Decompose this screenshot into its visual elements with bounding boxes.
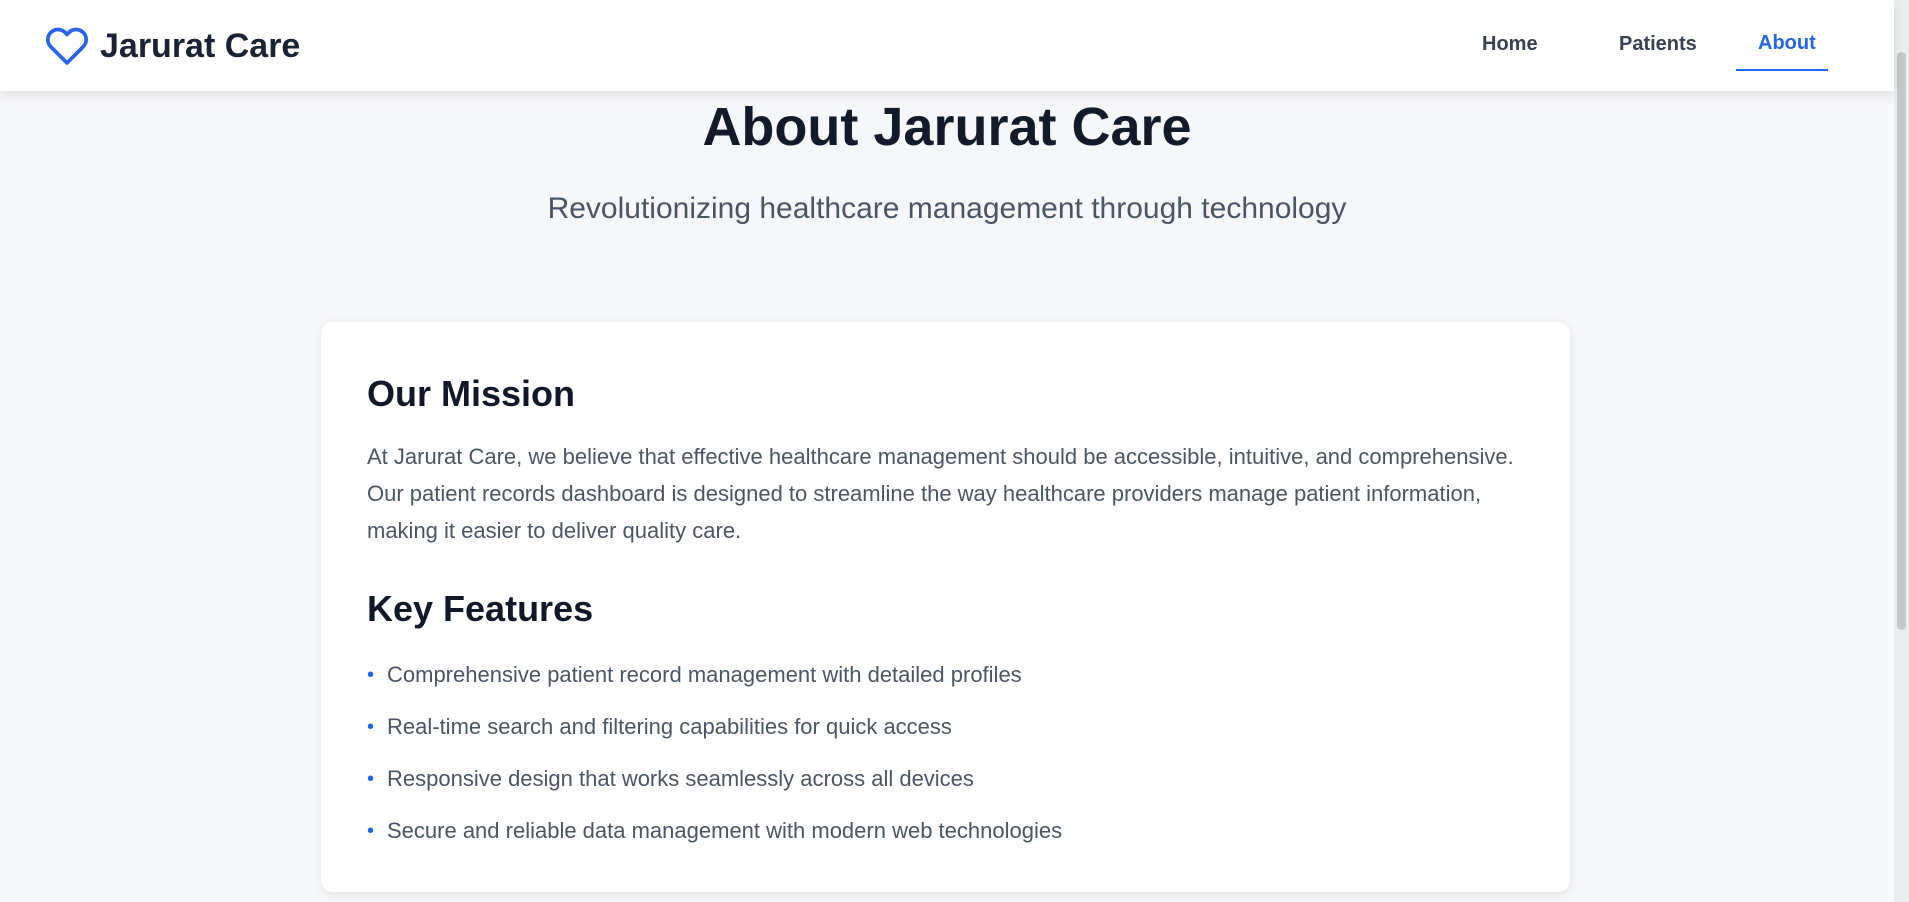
feature-list: • Comprehensive patient record managemen… bbox=[367, 649, 1524, 857]
nav-patients-link[interactable]: Patients bbox=[1619, 33, 1697, 56]
active-nav-underline bbox=[1736, 69, 1828, 71]
feature-text: Comprehensive patient record management … bbox=[387, 662, 1022, 687]
nav-about-link[interactable]: About bbox=[1758, 32, 1816, 55]
bullet-icon: • bbox=[367, 767, 375, 790]
feature-text: Real-time search and filtering capabilit… bbox=[387, 714, 952, 739]
mission-heading: Our Mission bbox=[367, 373, 576, 414]
feature-item: • Comprehensive patient record managemen… bbox=[367, 649, 1524, 701]
scrollbar-thumb[interactable] bbox=[1897, 52, 1906, 630]
page-subtitle: Revolutionizing healthcare management th… bbox=[547, 192, 1347, 225]
bullet-icon: • bbox=[367, 663, 375, 686]
top-navigation-bar: Jarurat Care Home Patients About bbox=[0, 0, 1894, 91]
bullet-icon: • bbox=[367, 819, 375, 842]
page-title: About Jarurat Care bbox=[702, 97, 1192, 157]
feature-item: • Real-time search and filtering capabil… bbox=[367, 701, 1524, 753]
bullet-icon: • bbox=[367, 715, 375, 738]
feature-item: • Responsive design that works seamlessl… bbox=[367, 753, 1524, 805]
feature-text: Secure and reliable data management with… bbox=[387, 818, 1063, 843]
feature-item: • Secure and reliable data management wi… bbox=[367, 805, 1524, 857]
page-scrollbar[interactable] bbox=[1894, 0, 1909, 902]
feature-text: Responsive design that works seamlessly … bbox=[387, 766, 974, 791]
about-card: Our Mission At Jarurat Care, we believe … bbox=[321, 322, 1570, 892]
nav-home-link[interactable]: Home bbox=[1482, 33, 1538, 56]
features-heading: Key Features bbox=[367, 588, 594, 629]
brand-name: Jarurat Care bbox=[100, 26, 301, 65]
heart-icon bbox=[45, 24, 89, 68]
mission-text: At Jarurat Care, we believe that effecti… bbox=[367, 444, 1514, 543]
brand-logo-link[interactable]: Jarurat Care bbox=[45, 24, 300, 68]
